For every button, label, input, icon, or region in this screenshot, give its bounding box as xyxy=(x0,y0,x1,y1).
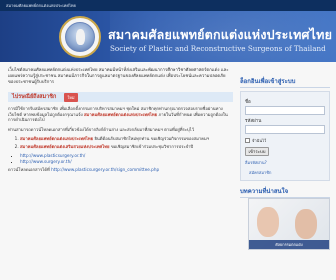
article-thumbnail[interactable]: ศัลยกรรมตกแต่ง xyxy=(248,198,330,250)
document-link[interactable]: http://www.plasticsurgery.or.th/sign_com… xyxy=(51,167,159,172)
thumbnail-caption: ศัลยกรรมตกแต่ง xyxy=(249,240,329,249)
news-title: ไปรษณีย์ถึงสมาชิก xyxy=(12,94,57,100)
list-item: สมาคมศัลยแพทย์ตกแต่งแห่งประเทศไทย ยินดีต… xyxy=(20,136,233,142)
closing-text: ดาวน์โหลดเอกสารได้ที่ xyxy=(8,166,50,172)
portrait-image-left xyxy=(257,207,279,237)
news-paragraph: การมีใช้การรับสมัครสมาชิก เพื่อเลือกตั้ง… xyxy=(8,106,233,123)
intro-text: เว็บไซต์สมาคมศัลยแพทย์ตกแต่งแห่งประเทศไท… xyxy=(8,68,229,85)
forgot-password-link[interactable]: ลืมรหัสผ่าน? xyxy=(245,159,325,166)
top-bar: สมาคมศัลยแพทย์ตกแต่งแห่งประเทศไทย xyxy=(0,0,336,11)
step-text: ขอเชิญสมาชิกเข้าร่วมประชุมวิชาการประจำปี xyxy=(109,143,194,149)
remember-row: จำฉันไว้ xyxy=(245,137,325,144)
password-field[interactable] xyxy=(245,125,325,134)
external-link[interactable]: http://www.plasticsurgery.or.th/ xyxy=(20,153,85,158)
closing-line: ดาวน์โหลดเอกสารได้ที่ http://www.plastic… xyxy=(8,167,233,173)
login-button[interactable]: เข้าระบบ xyxy=(245,147,269,156)
site-banner: สมาคมศัลยแพทย์ตกแต่งแห่งประเทศไทย Societ… xyxy=(0,11,336,62)
username-field[interactable] xyxy=(245,106,325,115)
link-list: http://www.plasticsurgery.or.th/ http://… xyxy=(8,153,233,165)
step-text: ยินดีต้อนรับสมาชิกใหม่ทุกท่าน ขอเชิญร่วม… xyxy=(93,136,210,142)
logo-emblem-icon xyxy=(65,22,95,52)
list-item: สมาคมศัลยแพทย์ตกแต่งเสริมสวยแห่งประเทศไท… xyxy=(20,144,233,150)
remember-checkbox[interactable] xyxy=(245,138,250,143)
step-highlight: สมาคมศัลยแพทย์ตกแต่งแห่งประเทศไทย xyxy=(20,136,94,142)
external-link[interactable]: http://www.surgery.or.th/ xyxy=(20,159,72,164)
news-header: ไปรษณีย์ถึงสมาชิก ใหม่ xyxy=(8,92,233,102)
list-item: http://www.surgery.or.th/ xyxy=(20,159,233,165)
username-label: ชื่อ xyxy=(245,100,251,105)
site-title-english: Society of Plastic and Reconstructive Su… xyxy=(110,44,326,53)
login-heading: ล็อกอินเพื่อเข้าสู่ระบบ xyxy=(240,76,330,88)
step-highlight: สมาคมศัลยแพทย์ตกแต่งเสริมสวยแห่งประเทศไท… xyxy=(20,143,110,149)
portrait-image-right xyxy=(295,209,317,239)
steps-list: สมาคมศัลยแพทย์ตกแต่งแห่งประเทศไทย ยินดีต… xyxy=(8,136,233,149)
password-label: รหัสผ่าน xyxy=(245,119,262,124)
site-title-thai: สมาคมศัลยแพทย์ตกแต่งแห่งประเทศไทย xyxy=(108,27,333,42)
main-column: เว็บไซต์สมาคมศัลยแพทย์ตกแต่งแห่งประเทศไท… xyxy=(8,68,233,172)
society-logo[interactable] xyxy=(59,16,101,58)
login-box: ชื่อ รหัสผ่าน จำฉันไว้ เข้าระบบ ลืมรหัสผ… xyxy=(240,91,330,181)
sidebar: ล็อกอินเพื่อเข้าสู่ระบบ ชื่อ รหัสผ่าน จำ… xyxy=(240,76,330,181)
news-highlight: สมาคมศัลยแพทย์ตกแต่งแห่งประเทศไทย xyxy=(84,111,158,117)
new-badge: ใหม่ xyxy=(64,92,78,102)
register-link[interactable]: สมัครสมาชิก xyxy=(249,169,325,176)
articles-heading: บทความที่น่าสนใจ xyxy=(240,186,330,198)
download-paragraph: ท่านสามารถดาวน์โหลดเอกสารที่เกี่ยวข้องได… xyxy=(8,126,195,132)
top-bar-text: สมาคมศัลยแพทย์ตกแต่งแห่งประเทศไทย xyxy=(6,3,76,8)
remember-label: จำฉันไว้ xyxy=(252,138,267,143)
